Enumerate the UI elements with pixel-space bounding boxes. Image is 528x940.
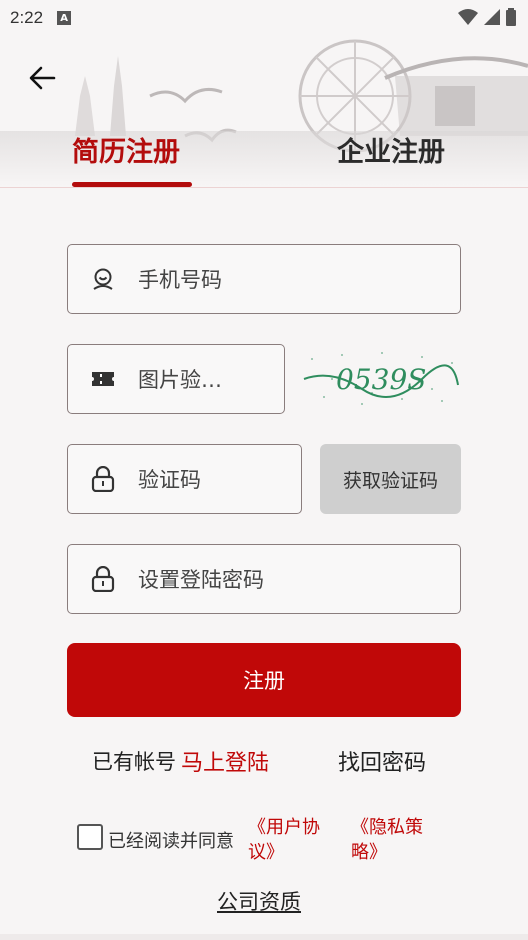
- phone-field[interactable]: 手机号码: [67, 244, 461, 314]
- agreement-checkbox[interactable]: [77, 824, 103, 850]
- privacy-policy-link[interactable]: 《隐私策略》: [351, 815, 431, 865]
- agreement-text: 已经阅读并同意: [108, 831, 234, 852]
- bottom-bar: [0, 934, 528, 940]
- status-time: 2:22: [10, 8, 44, 27]
- image-code-field[interactable]: 图片验…: [67, 344, 285, 414]
- status-icons: [458, 8, 516, 26]
- wifi-icon: [458, 9, 478, 25]
- tabs-divider: [0, 187, 528, 188]
- password-placeholder: 设置登陆密码: [138, 568, 264, 592]
- user-agreement-link[interactable]: 《用户协议》: [248, 815, 328, 865]
- phone-placeholder: 手机号码: [138, 268, 222, 292]
- user-icon: [90, 266, 116, 292]
- status-bar: 2:22 A: [0, 0, 528, 36]
- sms-code-field[interactable]: 验证码: [67, 444, 302, 514]
- get-code-button[interactable]: 获取验证码: [320, 444, 461, 514]
- captcha-text: 0539S: [336, 363, 426, 396]
- signal-icon: [484, 9, 500, 25]
- tab-company-register[interactable]: 企业注册: [337, 130, 445, 188]
- back-button[interactable]: [22, 58, 62, 98]
- password-field[interactable]: 设置登陆密码: [67, 544, 461, 614]
- sms-code-placeholder: 验证码: [138, 468, 201, 492]
- battery-icon: [506, 8, 516, 26]
- image-code-placeholder: 图片验…: [138, 368, 222, 392]
- forgot-password-link[interactable]: 找回密码: [338, 746, 426, 776]
- captcha-image[interactable]: 0539S: [302, 349, 460, 411]
- login-now-link[interactable]: 马上登陆: [181, 746, 269, 776]
- have-account-text: 已有帐号: [92, 750, 176, 774]
- register-tabs: 简历注册 企业注册: [0, 130, 528, 188]
- company-qualification-link[interactable]: 公司资质: [217, 886, 301, 916]
- tab-resume-register[interactable]: 简历注册: [72, 130, 180, 188]
- lock-icon: [90, 566, 116, 592]
- arrow-left-icon: [29, 66, 56, 90]
- ticket-icon: [90, 366, 116, 392]
- notification-icon: A: [57, 11, 72, 25]
- lock-icon: [90, 466, 116, 492]
- register-button[interactable]: 注册: [67, 643, 461, 717]
